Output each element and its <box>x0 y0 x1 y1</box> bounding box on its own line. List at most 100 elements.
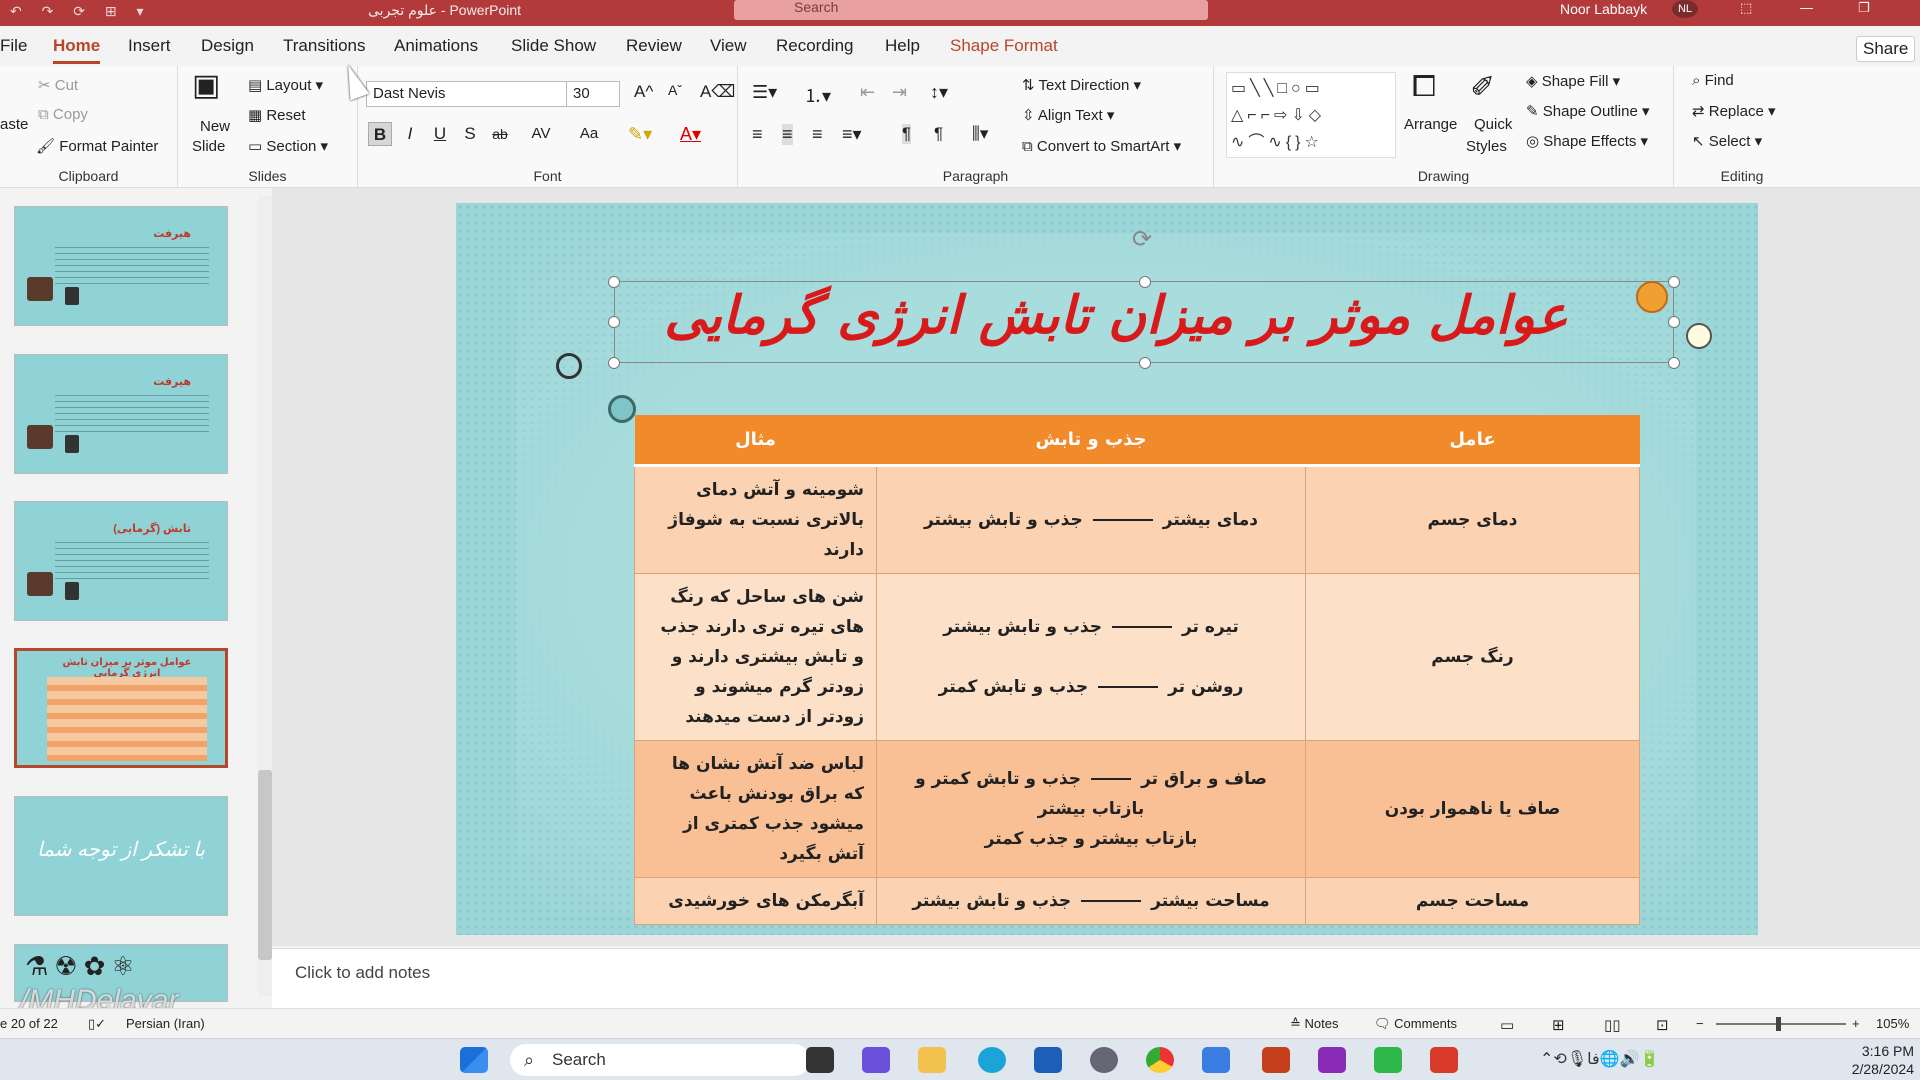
quick-styles-label-2[interactable]: Styles <box>1466 138 1507 155</box>
increase-indent-icon[interactable]: ⇥ <box>892 82 907 103</box>
slide-thumbnail[interactable]: هیرفت <box>14 354 228 474</box>
columns-icon[interactable]: ⫼▾ <box>972 124 988 144</box>
share-button[interactable]: Share <box>1856 36 1916 62</box>
line-spacing-icon[interactable]: ↕▾ <box>930 82 948 103</box>
resize-handle[interactable] <box>608 316 620 328</box>
example-cell[interactable]: آبگرمکن های خورشیدی <box>634 876 877 925</box>
resize-handle[interactable] <box>608 276 620 288</box>
zoom-out-icon[interactable]: − <box>1696 1016 1704 1031</box>
grow-font-icon[interactable]: A^ <box>634 82 653 102</box>
powerpoint-icon[interactable] <box>1262 1047 1290 1073</box>
resize-handle[interactable] <box>1139 357 1151 369</box>
smartart-button[interactable]: ⧉ Convert to SmartArt ▾ <box>1022 137 1181 155</box>
change-case-button[interactable]: Aa <box>572 122 606 146</box>
new-slide-label[interactable]: New <box>200 118 230 135</box>
tab-design[interactable]: Design <box>201 36 254 56</box>
comments-toggle[interactable]: 🗨 Comments <box>1374 1016 1457 1032</box>
align-left-icon[interactable]: ≡ <box>752 124 763 145</box>
factors-table[interactable]: عامل جذب و تابش مثال دمای جسم دمای بیشتر… <box>634 415 1640 925</box>
cut-button[interactable]: ✂ Cut <box>38 76 78 94</box>
tab-animations[interactable]: Animations <box>394 36 478 56</box>
bold-button[interactable]: B <box>368 122 392 146</box>
language-status[interactable]: Persian (Iran) <box>126 1016 205 1031</box>
notes-toggle[interactable]: ≙ Notes <box>1290 1016 1338 1032</box>
tab-review[interactable]: Review <box>626 36 682 56</box>
normal-view-icon[interactable]: ▭ <box>1500 1016 1514 1034</box>
strikethrough-button[interactable]: ab <box>488 122 512 146</box>
align-center-icon[interactable]: ≡ <box>782 124 793 145</box>
justify-icon[interactable]: ≡▾ <box>842 124 862 145</box>
find-button[interactable]: ⌕ Find <box>1692 72 1734 89</box>
adjust-handle[interactable] <box>1636 281 1668 313</box>
arrange-icon[interactable]: ⧠ <box>1412 70 1436 104</box>
font-name-select[interactable]: Dast Nevis <box>366 81 570 107</box>
resize-handle[interactable] <box>1139 276 1151 288</box>
new-slide-icon[interactable]: ▣ <box>192 68 220 103</box>
reading-view-icon[interactable]: ▯▯ <box>1604 1016 1621 1034</box>
absorption-cell[interactable]: صاف و براق ترجذب و تابش کمتر و بازتاب بی… <box>876 739 1306 878</box>
slide-thumbnail[interactable]: تابش (گرمایی) <box>14 501 228 621</box>
slide-thumbnail[interactable]: با تشکر از توجه شما <box>14 796 228 916</box>
quick-access-toolbar[interactable]: ↶ ↷ ⟳ ⊞ ▾ <box>10 3 152 20</box>
tab-recording[interactable]: Recording <box>776 36 854 56</box>
char-spacing-button[interactable]: AV <box>524 122 558 146</box>
shape-fill-button[interactable]: ◈ Shape Fill ▾ <box>1526 72 1620 90</box>
reset-button[interactable]: ▦ Reset <box>248 106 306 124</box>
chrome-icon[interactable] <box>1146 1047 1174 1073</box>
shadow-button[interactable]: S <box>458 122 482 146</box>
paste-button[interactable]: aste <box>0 116 28 133</box>
app-icon[interactable] <box>1202 1047 1230 1073</box>
align-text-button[interactable]: ⇳ Align Text ▾ <box>1022 106 1114 124</box>
file-explorer-icon[interactable] <box>918 1047 946 1073</box>
bullets-icon[interactable]: ☰▾ <box>752 82 777 103</box>
avatar[interactable]: NL <box>1672 0 1698 18</box>
example-cell[interactable]: شن های ساحل که رنگ های تیره تری دارند جذ… <box>634 572 877 741</box>
tab-insert[interactable]: Insert <box>128 36 171 56</box>
task-view-icon[interactable] <box>806 1047 834 1073</box>
layout-button[interactable]: ▤ Layout ▾ <box>248 76 323 94</box>
ribbon-display-icon[interactable]: ⬚ <box>1740 0 1752 16</box>
italic-button[interactable]: I <box>398 122 422 146</box>
zoom-slider-thumb[interactable] <box>1776 1017 1781 1031</box>
slide-title[interactable]: عوامل موثر بر میزان تابش انرژی گرمایی <box>616 285 1616 346</box>
scrollbar-thumb[interactable] <box>258 770 272 960</box>
resize-handle[interactable] <box>608 357 620 369</box>
replace-button[interactable]: ⇄ Replace ▾ <box>1692 102 1776 120</box>
winrar-icon[interactable] <box>1318 1047 1346 1073</box>
factor-cell[interactable]: رنگ جسم <box>1305 572 1640 741</box>
highlight-icon[interactable]: ✎▾ <box>628 124 652 145</box>
underline-button[interactable]: U <box>428 122 452 146</box>
example-cell[interactable]: شومینه و آتش دمای بالاتری نسبت به شوفاژ … <box>634 464 877 574</box>
absorption-cell[interactable]: مساحت بیشتر جذب و تابش بیشتر <box>876 876 1306 925</box>
title-search-box[interactable]: Search <box>734 0 1208 20</box>
example-cell[interactable]: لباس ضد آتش نشان ها که براق بودنش باعث م… <box>634 739 877 878</box>
clear-format-icon[interactable]: A⌫ <box>700 82 735 102</box>
windows-start-icon[interactable] <box>460 1047 488 1073</box>
copy-button[interactable]: ⧉ Copy <box>38 106 88 123</box>
numbering-icon[interactable]: ⒈▾ <box>804 82 831 108</box>
store-icon[interactable] <box>1034 1047 1062 1073</box>
factor-cell[interactable]: مساحت جسم <box>1305 876 1640 925</box>
factor-cell[interactable]: دمای جسم <box>1305 464 1640 574</box>
section-button[interactable]: ▭ Section ▾ <box>248 137 328 155</box>
zoom-slider[interactable] <box>1716 1023 1846 1025</box>
resize-handle[interactable] <box>1668 276 1680 288</box>
teams-icon[interactable] <box>862 1047 890 1073</box>
absorption-cell[interactable]: تیره تر جذب و تابش بیشتر روشن تر جذب و تابش… <box>876 572 1306 741</box>
zoom-level[interactable]: 105% <box>1876 1016 1909 1031</box>
resize-handle[interactable] <box>1668 357 1680 369</box>
minimize-icon[interactable]: — <box>1800 0 1813 15</box>
select-button[interactable]: ↖ Select ▾ <box>1692 132 1762 150</box>
maximize-icon[interactable]: ❐ <box>1858 0 1870 16</box>
quick-styles-label[interactable]: Quick <box>1474 116 1512 133</box>
ltr-icon[interactable]: ¶ <box>934 124 943 144</box>
settings-icon[interactable] <box>1090 1047 1118 1073</box>
slideshow-icon[interactable]: ⊡ <box>1656 1016 1669 1034</box>
rotate-handle-icon[interactable]: ⟳ <box>1132 225 1152 254</box>
absorption-cell[interactable]: دمای بیشتر جذب و تابش بیشتر <box>876 464 1306 574</box>
recorder-icon[interactable] <box>1430 1047 1458 1073</box>
arrange-label[interactable]: Arrange <box>1404 116 1457 133</box>
edge-icon[interactable] <box>978 1047 1006 1073</box>
shape-outline-button[interactable]: ✎ Shape Outline ▾ <box>1526 102 1650 120</box>
tab-view[interactable]: View <box>710 36 747 56</box>
